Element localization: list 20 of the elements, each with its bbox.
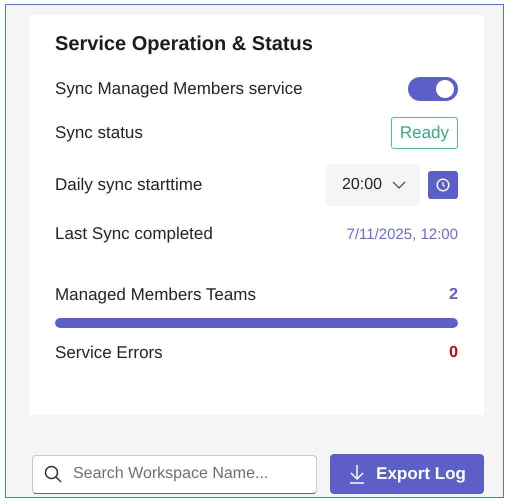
setting-label: Last Sync completed [55, 224, 213, 244]
teams-count: 2 [449, 286, 458, 304]
export-log-button[interactable]: Export Log [330, 454, 484, 494]
clock-button[interactable] [428, 171, 458, 199]
stat-label: Managed Members Teams [55, 285, 256, 305]
toggle-switch[interactable] [408, 77, 458, 101]
search-field[interactable]: Search Workspace Name... [32, 454, 317, 494]
time-dropdown[interactable]: 20:00 [326, 164, 420, 206]
search-icon [44, 464, 62, 482]
status-badge: Ready [390, 117, 458, 149]
last-sync-date: 7/11/2025, 12:00 [346, 226, 458, 242]
stat-label: Service Errors [55, 343, 163, 363]
setting-label: Sync Managed Members service [55, 79, 303, 99]
download-icon [348, 464, 366, 484]
setting-label: Sync status [55, 123, 143, 143]
card-title: Service Operation & Status [55, 33, 314, 56]
setting-label: Daily sync starttime [55, 175, 202, 195]
error-count: 0 [449, 344, 458, 362]
clock-icon [436, 178, 450, 192]
chevron-down-icon [392, 181, 406, 189]
